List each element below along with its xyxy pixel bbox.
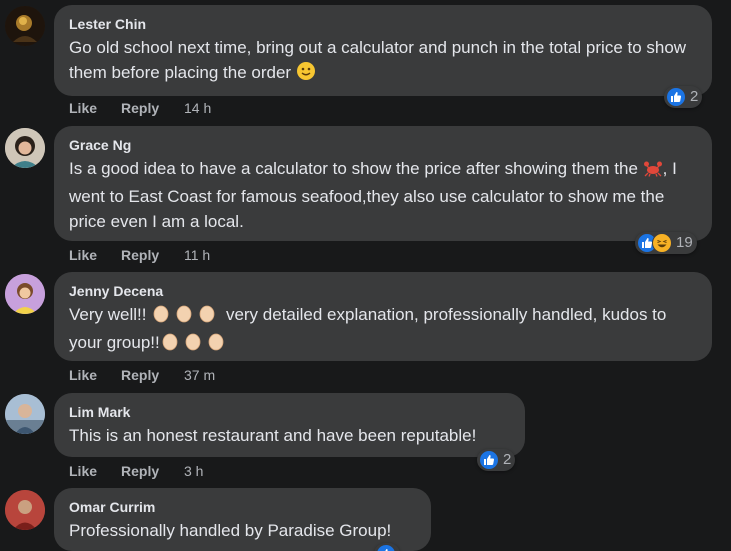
reply-button[interactable]: Reply	[121, 245, 159, 265]
clapping-hands-icon	[160, 331, 230, 358]
comment-bubble: Lim Mark This is an honest restaurant an…	[54, 393, 525, 457]
comment-author[interactable]: Grace Ng	[69, 136, 698, 154]
like-icon	[666, 87, 686, 107]
slightly-smiling-face-icon	[296, 61, 316, 88]
comment-timestamp[interactable]: 37 m	[184, 365, 215, 385]
like-button[interactable]: Like	[69, 245, 97, 265]
comment-bubble: Omar Currim Professionally handled by Pa…	[54, 488, 431, 551]
avatar[interactable]	[5, 6, 45, 46]
comment-bubble: Grace Ng Is a good idea to have a calcul…	[54, 126, 712, 241]
comment-text: Is a good idea to have a calculator to s…	[69, 159, 677, 231]
haha-icon	[652, 233, 672, 253]
comment-bubble: Lester Chin Go old school next time, bri…	[54, 5, 712, 96]
like-icon	[376, 544, 396, 551]
reply-button[interactable]: Reply	[121, 98, 159, 118]
avatar[interactable]	[5, 128, 45, 168]
comment-timestamp[interactable]: 3 h	[184, 461, 203, 481]
comment-author[interactable]: Lester Chin	[69, 15, 698, 33]
like-icon	[479, 450, 499, 470]
reply-button[interactable]: Reply	[121, 365, 159, 385]
comment-author[interactable]: Omar Currim	[69, 498, 417, 516]
avatar[interactable]	[5, 394, 45, 434]
reaction-count: 2	[690, 88, 699, 105]
comment-text: Very well!! very detailed explanation, p…	[69, 302, 698, 358]
like-button[interactable]: Like	[69, 461, 97, 481]
clapping-hands-icon	[151, 303, 221, 330]
comment-bubble: Jenny Decena Very well!! very detailed e…	[54, 272, 712, 361]
comment-timestamp[interactable]: 11 h	[184, 245, 210, 265]
crab-icon	[643, 159, 663, 184]
reaction-summary[interactable]: 2	[664, 86, 703, 108]
comment-text: Go old school next time, bring out a cal…	[69, 35, 698, 88]
like-button[interactable]: Like	[69, 365, 97, 385]
like-button[interactable]: Like	[69, 98, 97, 118]
comment-text: This is an honest restaurant and have be…	[69, 426, 477, 445]
comment-author[interactable]: Lim Mark	[69, 403, 511, 421]
reaction-count: 2	[503, 451, 512, 468]
reply-button[interactable]: Reply	[121, 461, 159, 481]
comment-thread: Lester Chin Go old school next time, bri…	[0, 0, 731, 551]
reaction-count: 19	[676, 234, 693, 251]
reaction-summary[interactable]: 19	[635, 232, 697, 254]
avatar[interactable]	[5, 490, 45, 530]
comment-text: Professionally handled by Paradise Group…	[69, 521, 392, 540]
comment-author[interactable]: Jenny Decena	[69, 282, 698, 300]
avatar[interactable]	[5, 274, 45, 314]
comment-timestamp[interactable]: 14 h	[184, 98, 211, 118]
reaction-summary[interactable]: 2	[477, 449, 516, 471]
